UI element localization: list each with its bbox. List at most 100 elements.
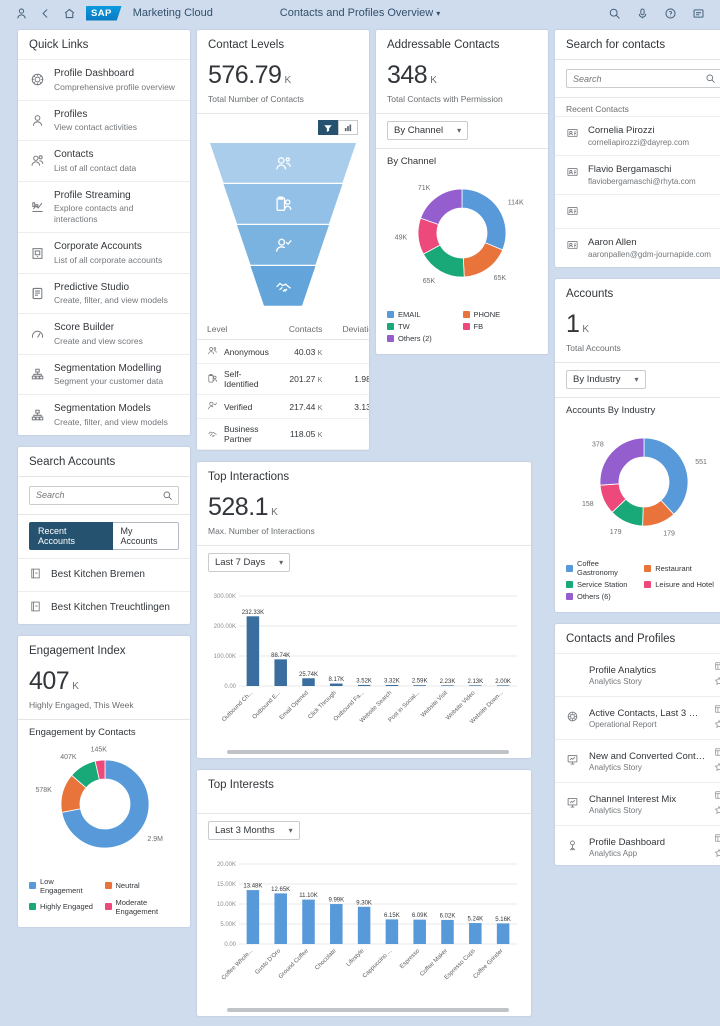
search-accounts-input-box[interactable] bbox=[29, 486, 179, 505]
legend-item[interactable]: EMAIL bbox=[387, 310, 455, 319]
bar[interactable] bbox=[413, 920, 426, 944]
chart-horizontal-scrollbar[interactable] bbox=[227, 750, 509, 754]
open-in-icon[interactable] bbox=[714, 661, 720, 674]
bar[interactable] bbox=[386, 919, 399, 944]
bar[interactable] bbox=[302, 678, 315, 686]
contact-levels-funnel[interactable] bbox=[197, 137, 369, 318]
donut-slice[interactable] bbox=[462, 189, 506, 250]
legend-item[interactable]: Others (2) bbox=[387, 334, 455, 343]
favorite-star-icon[interactable] bbox=[714, 805, 720, 818]
content-list-item[interactable]: Active Contacts, Last 3 MonthsOperationa… bbox=[555, 696, 720, 739]
bar[interactable] bbox=[497, 685, 510, 686]
bar[interactable] bbox=[413, 685, 426, 686]
chart-horizontal-scrollbar[interactable] bbox=[227, 1008, 509, 1012]
open-in-icon[interactable] bbox=[714, 747, 720, 760]
donut-slice[interactable] bbox=[600, 438, 644, 485]
favorite-star-icon[interactable] bbox=[714, 719, 720, 732]
bar[interactable] bbox=[469, 923, 482, 944]
account-list-item[interactable]: Best Kitchen Treuchtlingen bbox=[18, 591, 190, 624]
search-accounts-input[interactable] bbox=[30, 487, 178, 504]
bar[interactable] bbox=[247, 616, 260, 686]
content-list-item[interactable]: Profile DashboardAnalytics App bbox=[555, 825, 720, 865]
quick-link-item[interactable]: Segmentation ModellingSegment your custo… bbox=[18, 354, 190, 395]
quick-link-item[interactable]: Corporate AccountsList of all corporate … bbox=[18, 232, 190, 273]
bar[interactable] bbox=[386, 685, 399, 686]
content-list-item[interactable]: New and Converted ContactsAnalytics Stor… bbox=[555, 739, 720, 782]
legend-item[interactable]: Leisure and Hotel bbox=[644, 580, 714, 589]
recent-contact-item[interactable]: Flavio Bergamaschiflaviobergamaschi@rhyt… bbox=[555, 155, 720, 194]
bar[interactable] bbox=[469, 685, 482, 686]
recent-contact-item[interactable] bbox=[555, 194, 720, 228]
top-interests-period-dropdown[interactable]: Last 3 Months▾ bbox=[208, 821, 300, 840]
legend-item[interactable]: Others (6) bbox=[566, 592, 636, 601]
table-row[interactable]: Business Partner118.05 K bbox=[197, 419, 369, 450]
account-list-item[interactable]: Best Kitchen Bremen bbox=[18, 558, 190, 591]
accounts-donut-chart[interactable]: 551179179158378 bbox=[555, 416, 720, 554]
legend-item[interactable]: Moderate Engagement bbox=[105, 898, 173, 916]
favorite-star-icon[interactable] bbox=[714, 762, 720, 775]
quick-link-item[interactable]: ContactsList of all contact data bbox=[18, 140, 190, 181]
table-row[interactable]: Anonymous40.03 K1 bbox=[197, 340, 369, 364]
open-in-icon[interactable] bbox=[714, 790, 720, 803]
quick-link-item[interactable]: Profile DashboardComprehensive profile o… bbox=[18, 59, 190, 100]
bar-view-toggle[interactable] bbox=[338, 120, 358, 135]
accounts-tab[interactable]: Recent Accounts bbox=[29, 522, 113, 550]
recent-contact-item[interactable]: Cornelia Pirozzicorneliapirozzi@dayrep.c… bbox=[555, 116, 720, 155]
user-icon[interactable] bbox=[14, 6, 29, 21]
legend-item[interactable]: Highly Engaged bbox=[29, 898, 97, 916]
legend-item[interactable]: TW bbox=[387, 322, 455, 331]
table-row[interactable]: Self-Identified201.27 K1.98 K bbox=[197, 364, 369, 395]
back-icon[interactable] bbox=[38, 6, 53, 21]
addressable-dimension-dropdown[interactable]: By Channel▾ bbox=[387, 121, 468, 140]
top-interactions-chart[interactable]: 0.00100.00K200.00K300.00K232.33KOutbound… bbox=[197, 580, 531, 748]
content-list-item[interactable]: Channel Interest MixAnalytics Story bbox=[555, 782, 720, 825]
legend-item[interactable]: PHONE bbox=[463, 310, 531, 319]
home-icon[interactable] bbox=[62, 6, 77, 21]
accounts-dimension-dropdown[interactable]: By Industry▾ bbox=[566, 370, 646, 389]
table-row[interactable]: Verified217.44 K3.13 K bbox=[197, 395, 369, 419]
search-icon[interactable] bbox=[705, 73, 716, 87]
bar[interactable] bbox=[330, 684, 343, 686]
accounts-tab[interactable]: My Accounts bbox=[113, 522, 179, 550]
top-interactions-period-dropdown[interactable]: Last 7 Days▾ bbox=[208, 553, 290, 572]
legend-item[interactable]: Restaurant bbox=[644, 559, 714, 577]
donut-slice[interactable] bbox=[421, 189, 462, 225]
open-in-icon[interactable] bbox=[714, 704, 720, 717]
bar[interactable] bbox=[441, 685, 454, 686]
open-in-icon[interactable] bbox=[714, 833, 720, 846]
legend-item[interactable]: Neutral bbox=[105, 877, 173, 895]
bar[interactable] bbox=[497, 923, 510, 944]
bar[interactable] bbox=[358, 685, 371, 686]
search-icon[interactable] bbox=[162, 490, 173, 504]
quick-link-item[interactable]: Score BuilderCreate and view scores bbox=[18, 313, 190, 354]
engagement-donut-chart[interactable]: 2.9M578K407K145K bbox=[18, 738, 190, 872]
search-icon[interactable] bbox=[607, 6, 622, 21]
bar[interactable] bbox=[358, 907, 371, 944]
top-interests-chart[interactable]: 0.005.00K10.00K15.00K20.00K13.48KCoffee … bbox=[197, 848, 531, 1006]
favorite-star-icon[interactable] bbox=[714, 848, 720, 861]
microphone-icon[interactable] bbox=[635, 6, 650, 21]
content-list-item[interactable]: Profile AnalyticsAnalytics Story bbox=[555, 653, 720, 696]
search-contacts-input-box[interactable] bbox=[566, 69, 720, 88]
bar[interactable] bbox=[330, 904, 343, 944]
donut-slice[interactable] bbox=[644, 438, 688, 514]
legend-item[interactable]: Service Station bbox=[566, 580, 636, 589]
legend-item[interactable]: Low Engagement bbox=[29, 877, 97, 895]
quick-link-item[interactable]: Profile StreamingExplore contacts and in… bbox=[18, 181, 190, 233]
bar[interactable] bbox=[302, 900, 315, 944]
quick-link-item[interactable]: Predictive StudioCreate, filter, and vie… bbox=[18, 273, 190, 314]
recent-contact-item[interactable]: Aaron Allenaaronpallen@gdm-journapide.co… bbox=[555, 228, 720, 267]
bar[interactable] bbox=[274, 659, 287, 686]
donut-slice[interactable] bbox=[463, 243, 502, 277]
favorite-star-icon[interactable] bbox=[714, 676, 720, 689]
legend-item[interactable]: FB bbox=[463, 322, 531, 331]
legend-item[interactable]: Coffee Gastronomy bbox=[566, 559, 636, 577]
funnel-segment[interactable] bbox=[224, 184, 343, 224]
quick-link-item[interactable]: ProfilesView contact activities bbox=[18, 100, 190, 141]
quick-link-item[interactable]: Segmentation ModelsCreate, filter, and v… bbox=[18, 394, 190, 435]
help-icon[interactable] bbox=[663, 6, 678, 21]
bar[interactable] bbox=[441, 920, 454, 944]
funnel-view-toggle[interactable] bbox=[318, 120, 338, 135]
menu-icon[interactable] bbox=[691, 6, 706, 21]
bar[interactable] bbox=[247, 890, 260, 944]
